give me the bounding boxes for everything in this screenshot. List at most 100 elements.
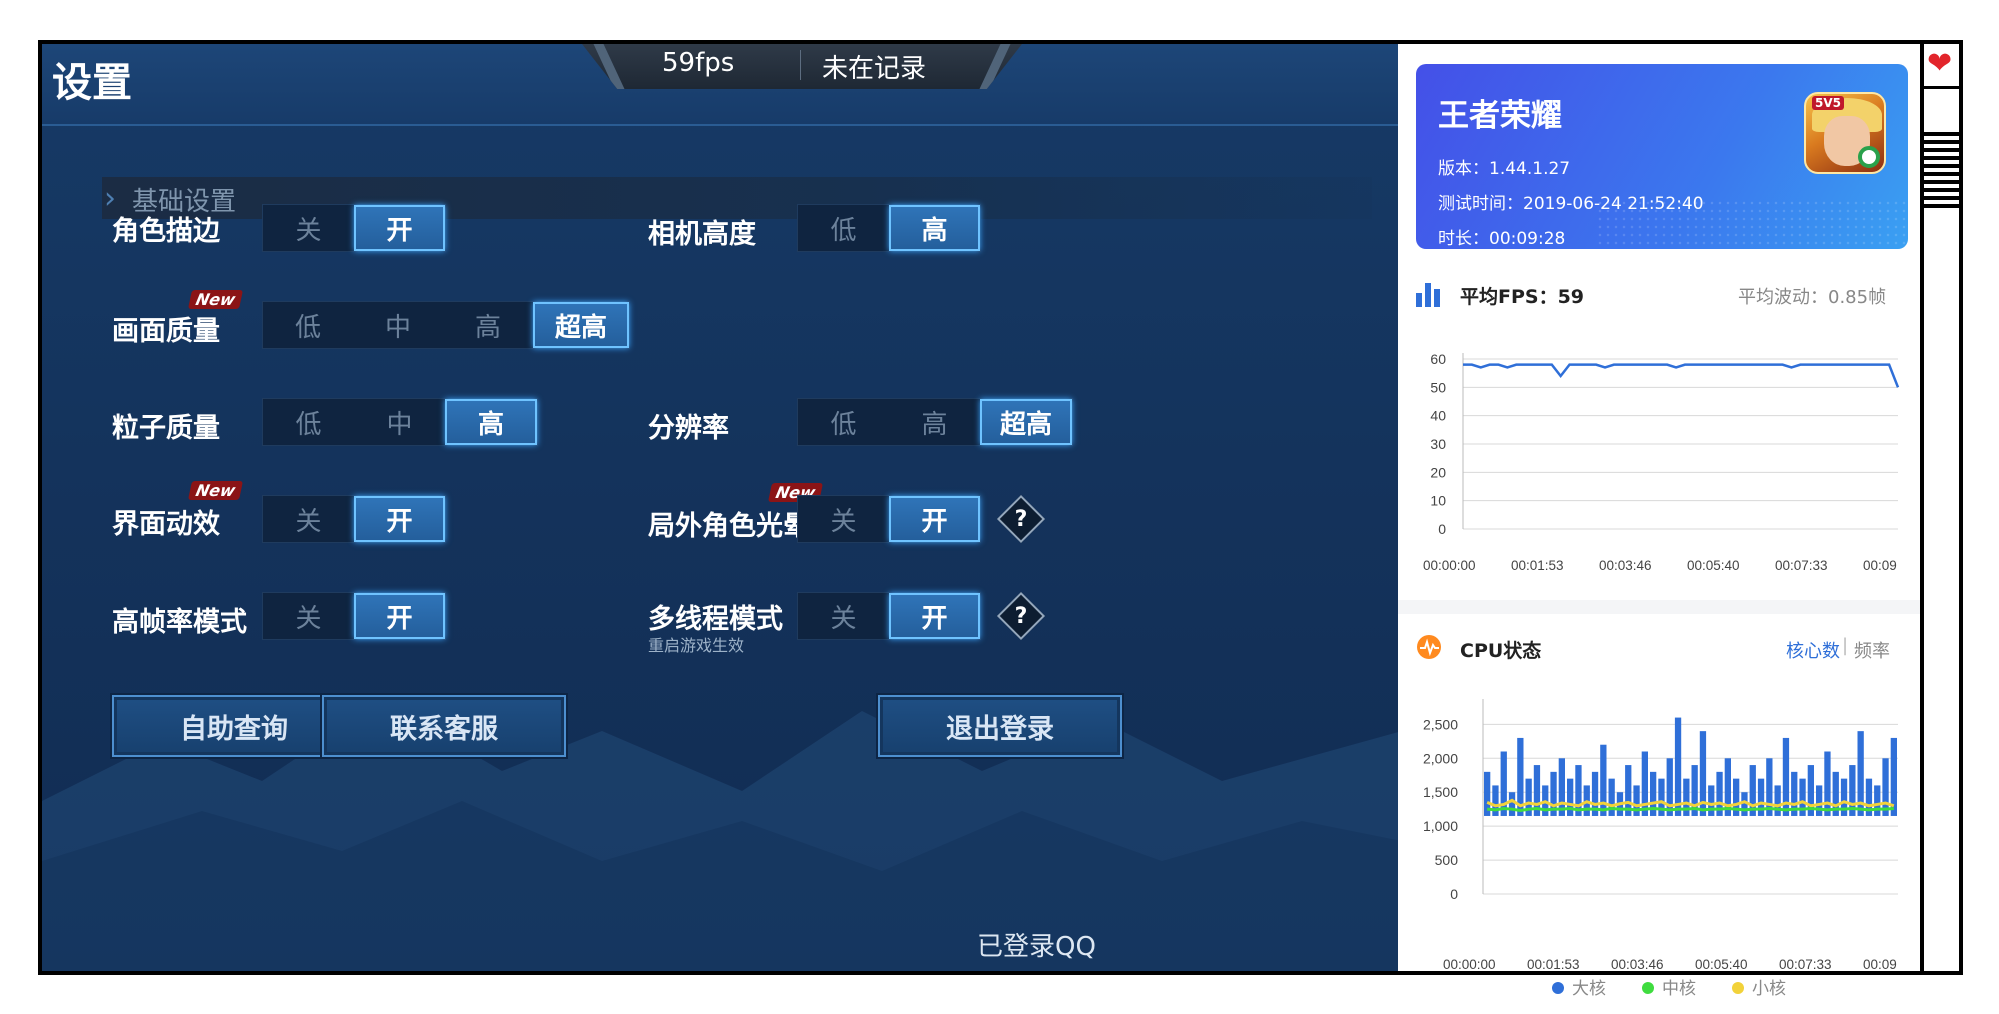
- halo-on-option[interactable]: 开: [889, 496, 980, 542]
- quality-selector: 低 中 高 超高: [262, 301, 630, 349]
- question-mark-icon: ?: [1014, 603, 1028, 629]
- icon-5v5-tag: 5V5: [1812, 96, 1844, 110]
- x-tick-label: 00:03:46: [1611, 957, 1664, 972]
- ui-effects-on-option[interactable]: 开: [354, 496, 445, 542]
- y-tick-label: 1,000: [1423, 818, 1458, 834]
- fps-readout: 59fps: [662, 48, 735, 78]
- qq-login-status: 已登录QQ: [977, 932, 1096, 962]
- question-mark-icon: ?: [1014, 506, 1028, 532]
- legend-label: 中核: [1662, 979, 1696, 998]
- cpu-freq-tab[interactable]: 频率: [1854, 637, 1890, 663]
- top-bar-divider: [800, 50, 801, 80]
- outline-on-option[interactable]: 开: [354, 205, 445, 251]
- self-help-button[interactable]: 自助查询: [112, 695, 356, 757]
- new-badge: New: [187, 481, 244, 500]
- avg-fps-title: 平均FPS：59: [1460, 286, 1585, 308]
- test-duration: 时长：00:09:28: [1438, 229, 1566, 249]
- halo-help-icon[interactable]: ?: [996, 494, 1046, 544]
- big-core-bar: [1774, 785, 1781, 816]
- game-info-card: 王者荣耀 版本：1.44.1.27 测试时间：2019-06-24 21:52:…: [1416, 64, 1908, 249]
- resolution-ultra-option[interactable]: 超高: [980, 399, 1072, 445]
- big-core-bar: [1492, 785, 1499, 816]
- camera-low-option[interactable]: 低: [798, 205, 889, 251]
- mid-core-line: [1487, 806, 1894, 813]
- tab-separator: |: [1842, 635, 1849, 656]
- outline-off-option[interactable]: 关: [263, 205, 354, 251]
- quality-ultra-option[interactable]: 超高: [533, 302, 629, 348]
- strip-divider: [1924, 86, 1959, 89]
- big-core-bar: [1508, 792, 1516, 816]
- x-tick-label: 00:07:33: [1775, 558, 1828, 573]
- big-core-bar: [1874, 785, 1881, 816]
- particle-low-option[interactable]: 低: [263, 399, 354, 445]
- ui-effects-toggle: 关 开: [262, 495, 446, 543]
- bar-chart-icon: [1416, 283, 1440, 307]
- multithread-hint: 重启游戏生效: [648, 636, 745, 655]
- cpu-cores-tab[interactable]: 核心数: [1786, 637, 1840, 663]
- x-tick-label: 00:01:53: [1527, 957, 1580, 972]
- legend-dot: [1642, 982, 1654, 994]
- x-tick-label: 00:07:33: [1779, 957, 1832, 972]
- x-tick-label: 00:03:46: [1599, 558, 1652, 573]
- particle-selector: 低 中 高: [262, 398, 538, 446]
- top-status-bar: [582, 44, 1022, 89]
- heart-icon[interactable]: ❤: [1927, 46, 1952, 81]
- y-tick-label: 60: [1430, 351, 1446, 367]
- contact-support-button[interactable]: 联系客服: [322, 695, 566, 757]
- quality-label: 画面质量: [112, 316, 220, 347]
- legend-dot: [1732, 982, 1744, 994]
- big-core-bar: [1882, 758, 1889, 816]
- new-badge: New: [187, 290, 244, 309]
- quality-low-option[interactable]: 低: [263, 302, 353, 348]
- quality-mid-option[interactable]: 中: [353, 302, 443, 348]
- legend-dot: [1552, 982, 1564, 994]
- big-core-bar: [1708, 785, 1715, 816]
- fps-line: [1463, 363, 1900, 388]
- multithread-label: 多线程模式: [648, 604, 783, 635]
- performance-panel: 王者荣耀 版本：1.44.1.27 测试时间：2019-06-24 21:52:…: [1398, 40, 1920, 998]
- section-divider: [1398, 600, 1920, 614]
- high-fps-on-option[interactable]: 开: [354, 593, 445, 639]
- x-tick-label: 00:00:00: [1423, 558, 1476, 573]
- game-name: 王者荣耀: [1438, 98, 1562, 134]
- halo-toggle: 关 开: [797, 495, 981, 543]
- camera-high-option[interactable]: 高: [889, 205, 980, 251]
- avg-fluctuation: 平均波动：0.85帧: [1738, 287, 1887, 308]
- y-tick-label: 0: [1438, 521, 1446, 537]
- scrollbar-thumb[interactable]: [1924, 132, 1959, 212]
- y-tick-label: 0: [1450, 886, 1458, 902]
- halo-label: 局外角色光晕: [648, 511, 810, 542]
- multithread-off-option[interactable]: 关: [798, 593, 889, 639]
- fps-chart: 0 10 20 30 40 50 60 00:00:00 00:01:53 00:03:46 00:…: [1423, 351, 1900, 573]
- logout-button[interactable]: 退出登录: [878, 695, 1122, 757]
- resolution-low-option[interactable]: 低: [798, 399, 889, 445]
- resolution-label: 分辨率: [648, 413, 729, 444]
- high-fps-label: 高帧率模式: [112, 607, 247, 638]
- outline-toggle: 关 开: [262, 204, 446, 252]
- particle-high-option[interactable]: 高: [445, 399, 537, 445]
- multithread-toggle: 关 开: [797, 592, 981, 640]
- y-tick-label: 1,500: [1423, 784, 1458, 800]
- legend-label: 小核: [1752, 979, 1786, 998]
- resolution-high-option[interactable]: 高: [889, 399, 980, 445]
- big-core-bar: [1558, 758, 1565, 816]
- game-app-icon: 5V5: [1804, 92, 1886, 174]
- multithread-on-option[interactable]: 开: [889, 593, 980, 639]
- game-version: 版本：1.44.1.27: [1438, 159, 1571, 179]
- cpu-chart: 0 500 1,000 1,500 2,000 2,500 00:00:00 00:01:53…: [1423, 699, 1898, 998]
- halo-off-option[interactable]: 关: [798, 496, 889, 542]
- quality-high-option[interactable]: 高: [443, 302, 533, 348]
- y-tick-label: 10: [1430, 493, 1446, 509]
- big-core-bar: [1674, 717, 1682, 816]
- cpu-status-title: CPU状态: [1460, 640, 1542, 662]
- x-tick-label: 00:09: [1863, 558, 1897, 573]
- ui-effects-off-option[interactable]: 关: [263, 496, 354, 542]
- y-tick-label: 20: [1430, 464, 1446, 480]
- camera-toggle: 低 高: [797, 204, 981, 252]
- particle-mid-option[interactable]: 中: [354, 399, 445, 445]
- y-tick-label: 2,500: [1423, 716, 1458, 732]
- high-fps-off-option[interactable]: 关: [263, 593, 354, 639]
- y-tick-label: 50: [1430, 379, 1446, 395]
- page-title: 设置: [52, 60, 132, 106]
- legend-label: 大核: [1572, 979, 1606, 998]
